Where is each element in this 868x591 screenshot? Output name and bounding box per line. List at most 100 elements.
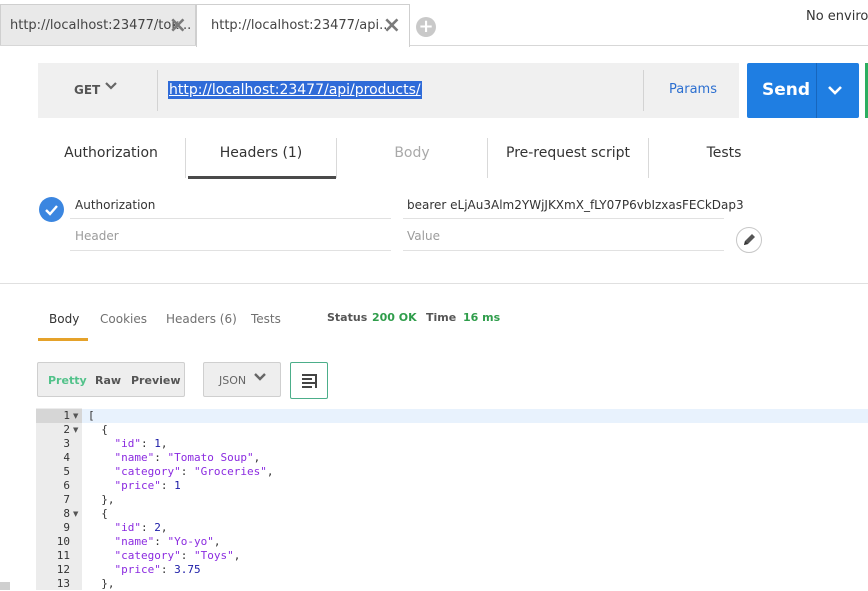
wrap-lines-icon <box>302 374 317 388</box>
header-key-field[interactable]: Authorization <box>75 198 155 212</box>
close-icon[interactable]: × <box>383 15 401 37</box>
view-raw-button[interactable]: Raw <box>95 374 121 387</box>
tab-body[interactable]: Body <box>337 138 487 178</box>
environment-selector[interactable]: No environ <box>806 9 868 24</box>
response-tab-cookies[interactable]: Cookies <box>100 312 147 326</box>
response-tab-body[interactable]: Body <box>49 312 79 326</box>
request-tab-token[interactable]: http://localhost:23477/tok... × <box>0 4 196 46</box>
tab-tests[interactable]: Tests <box>649 138 799 178</box>
code-token: 3.75 <box>174 563 201 576</box>
tab-pre-request-script[interactable]: Pre-request script <box>488 138 648 178</box>
divider <box>403 218 724 219</box>
bulk-edit-button[interactable] <box>736 227 762 253</box>
send-button[interactable]: Send <box>747 63 859 118</box>
tab-headers[interactable]: Headers (1) <box>186 138 336 178</box>
format-dropdown[interactable]: JSON <box>203 362 281 397</box>
line-number: 1 <box>63 409 70 422</box>
divider <box>70 218 391 219</box>
status-label: Status <box>327 311 368 324</box>
divider <box>816 63 817 118</box>
view-preview-button[interactable]: Preview <box>131 374 181 387</box>
divider <box>157 70 158 111</box>
code-token: "name" <box>114 535 155 548</box>
code-token: "id" <box>114 437 142 450</box>
request-tab-products[interactable]: http://localhost:23477/api... × <box>196 4 410 47</box>
divider <box>403 250 724 251</box>
code-token: : <box>180 465 194 478</box>
response-body-editor[interactable]: 1 ▼[2 ▼ {3 "id": 1, 4 "name": "Tomato Soup"… <box>36 408 868 590</box>
new-tab-plus-icon[interactable]: + <box>416 17 436 37</box>
code-line: "id": 2, <box>88 521 168 535</box>
scrollbar-thumb[interactable] <box>0 582 10 590</box>
code-token: 1 <box>174 479 181 492</box>
code-token: : <box>154 535 168 548</box>
code-token: "price" <box>114 479 161 492</box>
response-tab-headers[interactable]: Headers (6) <box>166 312 237 326</box>
time-value: 16 ms <box>463 311 501 324</box>
line-number: 2 <box>63 423 70 436</box>
code-token: "Toys" <box>193 549 234 562</box>
header-value-field[interactable]: bearer eLjAu3Alm2YWjJKXmX_fLY07P6vbIzxas… <box>407 198 744 212</box>
code-line: }, <box>88 493 114 507</box>
request-tabs: Authorization Headers (1) Body Pre-reque… <box>38 138 868 180</box>
line-number: 4 <box>63 451 70 464</box>
line-number: 13 <box>56 577 70 590</box>
chevron-down-icon <box>104 80 118 94</box>
tab-authorization[interactable]: Authorization <box>38 138 184 178</box>
line-number: 3 <box>63 437 70 450</box>
send-label: Send <box>762 80 811 100</box>
url-input[interactable]: http://localhost:23477/api/products/ <box>168 81 422 99</box>
format-label: JSON <box>219 374 247 387</box>
view-pretty-button[interactable]: Pretty <box>48 374 87 387</box>
code-line: [ <box>88 409 95 423</box>
line-number: 11 <box>56 549 70 562</box>
response-tab-tests[interactable]: Tests <box>251 312 281 326</box>
code-line: { <box>88 423 108 437</box>
code-token: "category" <box>114 465 181 478</box>
line-number: 5 <box>63 465 70 478</box>
code-token: "category" <box>114 549 181 562</box>
code-token: : <box>160 563 175 576</box>
close-icon[interactable]: × <box>169 15 187 37</box>
active-line-highlight <box>36 409 868 423</box>
method-label: GET <box>74 83 101 97</box>
code-line: "category": "Groceries", <box>88 465 274 479</box>
active-tab-indicator <box>188 176 336 179</box>
code-token: "price" <box>114 563 161 576</box>
code-token: , <box>213 535 221 548</box>
code-token: : <box>141 437 155 450</box>
code-token: : <box>154 451 168 464</box>
code-token: [ <box>88 409 95 422</box>
divider <box>70 250 391 251</box>
wrap-lines-button[interactable] <box>290 362 328 399</box>
line-number: 9 <box>63 521 70 534</box>
fold-arrow-icon[interactable]: ▼ <box>73 507 78 521</box>
params-button[interactable]: Params <box>669 82 717 97</box>
chevron-down-icon <box>253 371 267 387</box>
method-dropdown[interactable]: GET <box>38 63 156 118</box>
divider <box>643 70 644 111</box>
code-line: { <box>88 507 108 521</box>
checkmark-icon <box>45 205 58 216</box>
code-token: "id" <box>114 521 142 534</box>
chevron-down-icon[interactable] <box>827 82 843 100</box>
code-token: 2 <box>154 521 161 534</box>
new-header-value-field[interactable]: Value <box>407 229 440 243</box>
header-enabled-checkbox[interactable] <box>39 197 64 222</box>
code-token: : <box>141 521 155 534</box>
fold-arrow-icon[interactable]: ▼ <box>73 423 78 437</box>
code-line: "price": 3.75 <box>88 563 201 577</box>
code-line: "name": "Tomato Soup", <box>88 451 261 465</box>
tab-label: http://localhost:23477/api... <box>211 18 392 33</box>
code-token: { <box>88 423 108 436</box>
new-header-key-field[interactable]: Header <box>75 229 119 243</box>
code-token: }, <box>88 577 115 590</box>
code-token: , <box>160 437 168 450</box>
fold-arrow-icon[interactable]: ▼ <box>73 409 78 423</box>
